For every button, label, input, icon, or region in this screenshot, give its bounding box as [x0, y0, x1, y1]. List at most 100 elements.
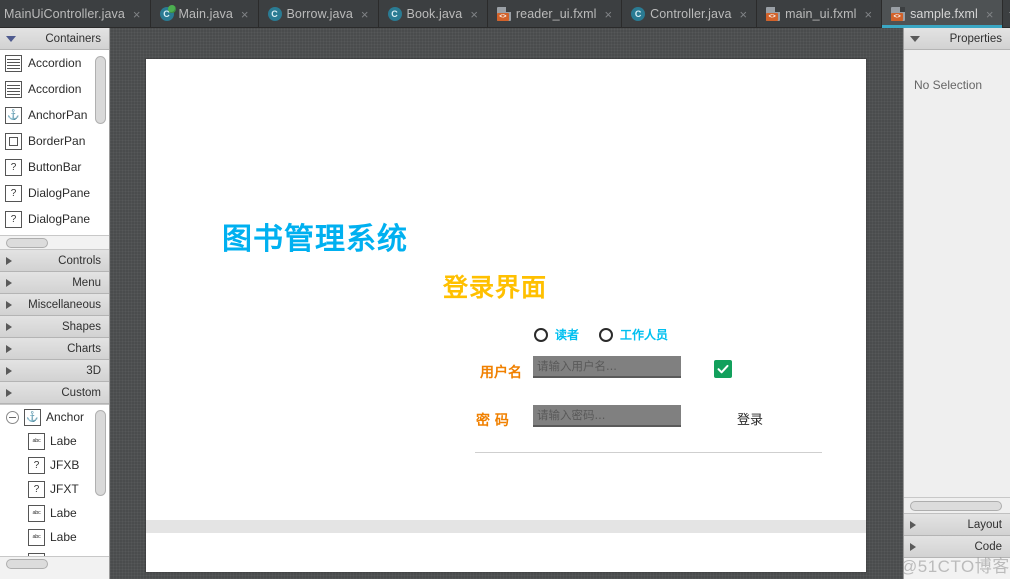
accordion-glyph-icon — [5, 54, 22, 72]
scrollbar-thumb[interactable] — [6, 238, 48, 248]
role-radio-group: 读者 工作人员 — [534, 326, 668, 343]
java-class-icon — [387, 7, 402, 21]
collapse-toggle-icon[interactable] — [6, 410, 19, 424]
design-canvas[interactable]: 图书管理系统 登录界面 读者 工作人员 用户名 密 码 — [110, 28, 903, 579]
scrollbar-thumb[interactable] — [910, 501, 1002, 511]
tab-overflow-button[interactable]: ☰ 3 — [1003, 0, 1010, 28]
tab-label: Borrow.java — [286, 7, 353, 21]
close-icon[interactable]: × — [240, 8, 250, 21]
scrollbar-thumb[interactable] — [6, 559, 48, 569]
borderpane-glyph-icon — [5, 132, 22, 150]
tree-item-jfxtextfield[interactable]: JFXT — [0, 477, 109, 501]
page-title: 图书管理系统 — [222, 222, 408, 257]
java-class-icon — [631, 7, 646, 21]
login-button[interactable]: 登录 — [735, 407, 765, 430]
unknown-glyph-icon — [5, 158, 22, 176]
palette-item-dialogpane-1[interactable]: DialogPane — [0, 180, 109, 206]
tab-book-java[interactable]: Book.java × — [379, 0, 488, 28]
library-section-menu[interactable]: Menu — [0, 272, 109, 294]
palette-item-accordion-2[interactable]: Accordion — [0, 76, 109, 102]
tree-item-label: Labe — [50, 434, 77, 448]
palette-item-accordion-1[interactable]: Accordion — [0, 50, 109, 76]
close-icon[interactable]: × — [604, 8, 614, 21]
tab-mainuicontroller-java[interactable]: MainUiController.java × — [0, 0, 151, 28]
tree-item-label: Labe — [50, 530, 77, 544]
password-input[interactable] — [533, 405, 681, 427]
username-input[interactable] — [533, 356, 681, 378]
radio-reader[interactable]: 读者 — [534, 326, 579, 343]
tree-item-label: Labe — [50, 506, 77, 520]
java-run-class-icon — [159, 5, 176, 21]
hierarchy-vertical-scrollbar[interactable] — [95, 410, 106, 496]
library-section-miscellaneous[interactable]: Miscellaneous — [0, 294, 109, 316]
inspector-section-layout[interactable]: Layout — [904, 514, 1010, 536]
containers-horizontal-scrollbar[interactable] — [0, 236, 109, 250]
close-icon[interactable]: × — [360, 8, 370, 21]
unknown-glyph-icon — [28, 480, 45, 498]
chevron-down-icon — [910, 35, 920, 42]
tab-label: Controller.java — [650, 7, 732, 21]
login-form-preview[interactable]: 图书管理系统 登录界面 读者 工作人员 用户名 密 码 — [146, 59, 866, 572]
anchorpane-glyph-icon — [24, 408, 41, 426]
anchorpane-glyph-icon — [5, 106, 22, 124]
validation-checkbox[interactable] — [714, 360, 732, 378]
tab-label: Main.java — [178, 7, 233, 21]
unknown-glyph-icon — [5, 210, 22, 228]
tree-item-label-2[interactable]: Labe — [0, 501, 109, 525]
library-section-shapes[interactable]: Shapes — [0, 316, 109, 338]
section-label: Charts — [67, 342, 101, 355]
username-label: 用户名 — [480, 365, 522, 381]
containers-vertical-scrollbar[interactable] — [95, 56, 106, 124]
tree-item-jfxpasswordfield[interactable]: JFXP — [0, 549, 109, 556]
fxml-file-icon — [496, 7, 511, 21]
editor-tab-bar: MainUiController.java × Main.java × Borr… — [0, 0, 1010, 28]
palette-item-borderpane[interactable]: BorderPan — [0, 128, 109, 154]
library-section-3d[interactable]: 3D — [0, 360, 109, 382]
close-icon[interactable]: × — [863, 8, 873, 21]
palette-item-buttonbar[interactable]: ButtonBar — [0, 154, 109, 180]
hierarchy-horizontal-scrollbar[interactable] — [0, 556, 109, 571]
close-icon[interactable]: × — [132, 8, 142, 21]
tree-item-label-3[interactable]: Labe — [0, 525, 109, 549]
unknown-glyph-icon — [28, 456, 45, 474]
close-icon[interactable]: × — [469, 8, 479, 21]
section-label: Shapes — [61, 320, 101, 333]
inspector-header-properties[interactable]: Properties — [904, 28, 1010, 50]
radio-button-icon[interactable] — [599, 327, 614, 342]
tree-item-anchorpane[interactable]: Anchor — [0, 405, 109, 429]
inspector-horizontal-scrollbar[interactable] — [904, 498, 1010, 514]
tab-borrow-java[interactable]: Borrow.java × — [259, 0, 379, 28]
palette-item-dialogpane-2[interactable]: DialogPane — [0, 206, 109, 232]
palette-item-anchorpane[interactable]: AnchorPan — [0, 102, 109, 128]
tab-main-ui-fxml[interactable]: main_ui.fxml × — [757, 0, 883, 28]
hierarchy-tree[interactable]: Anchor Labe JFXB JFXT Labe Labe — [0, 404, 109, 556]
library-section-charts[interactable]: Charts — [0, 338, 109, 360]
inspector-section-code[interactable]: Code — [904, 536, 1010, 558]
inspector-header-label: Properties — [949, 32, 1002, 45]
library-section-custom[interactable]: Custom — [0, 382, 109, 404]
tree-item-jfxbutton[interactable]: JFXB — [0, 453, 109, 477]
tab-label: reader_ui.fxml — [515, 7, 597, 21]
tab-controller-java[interactable]: Controller.java × — [622, 0, 758, 28]
close-icon[interactable]: × — [739, 8, 749, 21]
tab-main-java[interactable]: Main.java × — [151, 0, 259, 28]
tab-sample-fxml[interactable]: sample.fxml × — [882, 0, 1004, 28]
fxml-file-icon — [891, 7, 906, 21]
library-section-controls[interactable]: Controls — [0, 250, 109, 272]
radio-button-icon[interactable] — [534, 327, 548, 342]
fxml-file-icon — [766, 7, 781, 21]
accordion-glyph-icon — [5, 80, 22, 98]
tab-label: main_ui.fxml — [785, 7, 857, 21]
library-header-containers[interactable]: Containers — [0, 28, 109, 50]
tab-label: Book.java — [406, 7, 463, 21]
page-subtitle: 登录界面 — [443, 273, 548, 302]
section-label: Custom — [61, 386, 101, 399]
containers-list[interactable]: Accordion Accordion AnchorPan BorderPan … — [0, 50, 109, 236]
tree-item-label-1[interactable]: Labe — [0, 429, 109, 453]
unknown-glyph-icon — [5, 184, 22, 202]
radio-staff[interactable]: 工作人员 — [599, 326, 668, 343]
close-icon[interactable]: × — [985, 8, 995, 21]
form-separator — [475, 452, 822, 453]
label-glyph-icon — [28, 504, 45, 522]
tab-reader-ui-fxml[interactable]: reader_ui.fxml × — [488, 0, 623, 28]
